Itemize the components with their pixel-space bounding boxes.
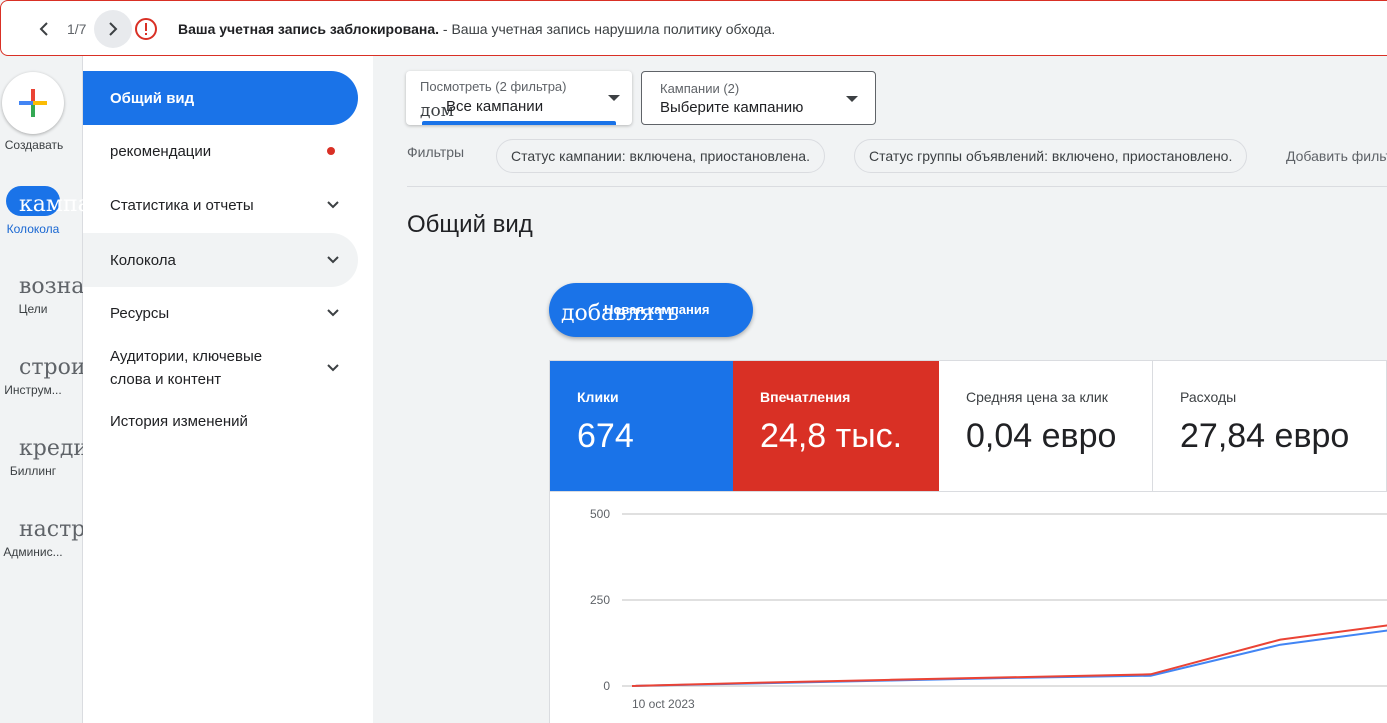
nav-item-label: Общий вид [110, 89, 195, 107]
nav-item-label: История изменений [110, 412, 248, 430]
active-underline [422, 121, 616, 125]
view-filter-caption: Посмотреть (2 фильтра) [420, 79, 567, 94]
alert-message: Ваша учетная запись заблокирована. - Ваш… [178, 21, 775, 37]
rail-item-label: Колокола [6, 222, 60, 236]
chevron-left-icon [39, 22, 48, 36]
performance-chart: 500 250 0 10 oct 2023 [590, 507, 1387, 711]
y-tick-label: 0 [603, 679, 610, 693]
nav-item-audiences[interactable]: Аудитории, ключевые слова и контент [83, 338, 358, 398]
y-tick-label: 500 [590, 507, 610, 521]
metric-value: 0,04 евро [966, 417, 1117, 455]
metric-label: Расходы [1180, 389, 1237, 405]
metric-value: 674 [577, 417, 634, 455]
new-campaign-button[interactable]: добавлять Новая кампания [549, 283, 753, 337]
main-content: Посмотреть (2 фильтра) дом Все кампании … [373, 56, 1387, 723]
metric-impressions[interactable]: Впечатления 24,8 тыс. [733, 361, 939, 491]
rail-item-label: Админис... [3, 545, 63, 559]
nav-item-label: рекомендации [110, 142, 212, 160]
nav-item-change-history[interactable]: История изменений [83, 394, 358, 448]
alert-title: Ваша учетная запись заблокирована. [178, 21, 439, 37]
view-filter-dropdown[interactable]: Посмотреть (2 фильтра) дом Все кампании [406, 71, 632, 125]
page-title: Общий вид [407, 211, 533, 238]
chevron-down-icon [327, 364, 339, 372]
plus-icon [19, 89, 47, 117]
chevron-down-icon [327, 256, 339, 264]
billing-icon: креди [19, 436, 83, 461]
nav-item-label: Статистика и отчеты [110, 196, 254, 214]
rail-item-billing[interactable]: креди Биллинг [0, 436, 83, 486]
error-icon [135, 18, 157, 40]
metric-cost[interactable]: Расходы 27,84 евро [1153, 361, 1387, 491]
nav-item-label: Ресурсы [110, 304, 170, 322]
rail-item-goals[interactable]: возна Цели [0, 274, 83, 324]
notification-dot [327, 147, 335, 155]
view-filter-value: Все кампании [446, 98, 544, 115]
rail-item-label: Цели [18, 302, 48, 316]
nav-item-campaigns[interactable]: Колокола [83, 233, 358, 287]
filters-label: Фильтры [407, 144, 465, 160]
next-alert-button[interactable] [94, 10, 132, 48]
campaign-select-value: Выберите кампанию [660, 99, 804, 116]
dropdown-caret-icon [846, 96, 858, 102]
rail-item-campaigns[interactable]: кампа Колокола [0, 186, 83, 246]
goals-icon: возна [19, 274, 83, 299]
side-navigation: Общий вид рекомендации Статистика и отче… [83, 56, 373, 723]
divider [407, 186, 1387, 187]
add-filter-link[interactable]: Добавить фильтр [1286, 148, 1387, 164]
metric-label: Клики [577, 389, 619, 405]
campaign-select-dropdown[interactable]: Кампании (2) Выберите кампанию [641, 71, 876, 125]
nav-item-recommendations[interactable]: рекомендации [83, 124, 358, 178]
x-tick-label: 10 oct 2023 [632, 697, 695, 711]
nav-item-statistics[interactable]: Статистика и отчеты [83, 178, 358, 232]
nav-item-overview[interactable]: Общий вид [83, 71, 358, 125]
new-campaign-label: Новая кампания [604, 302, 710, 317]
nav-item-label: Колокола [110, 251, 176, 269]
create-button[interactable] [2, 72, 64, 134]
admin-icon: настр [19, 517, 83, 542]
dropdown-caret-icon [608, 95, 620, 101]
nav-item-resources[interactable]: Ресурсы [83, 286, 358, 340]
metric-label: Средняя цена за клик [966, 389, 1108, 405]
campaigns-icon: кампа [19, 192, 83, 217]
rail-item-admin[interactable]: настр Админис... [0, 517, 83, 567]
account-blocked-banner: 1/7 Ваша учетная запись заблокирована. -… [0, 0, 1387, 56]
left-rail: Создавать кампа Колокола возна Цели стро… [0, 56, 83, 723]
filter-chip-adgroup-status[interactable]: Статус группы объявлений: включено, прио… [854, 139, 1248, 173]
y-tick-label: 250 [590, 593, 610, 607]
create-label: Создавать [4, 138, 64, 152]
chevron-right-icon [109, 22, 118, 36]
performance-card: Клики 674 Впечатления 24,8 тыс. Средняя … [549, 360, 1387, 723]
rail-item-tools[interactable]: строи Инструм... [0, 355, 83, 405]
nav-item-label: Аудитории, ключевые слова и контент [110, 348, 263, 388]
metric-value: 27,84 евро [1180, 417, 1350, 455]
metric-label: Впечатления [760, 389, 851, 405]
metric-value: 24,8 тыс. [760, 417, 903, 455]
alert-detail: - Ваша учетная запись нарушила политику … [439, 21, 776, 37]
alert-pager: 1/7 [67, 21, 87, 37]
tools-icon: строи [19, 355, 83, 380]
metric-avg-cpc[interactable]: Средняя цена за клик 0,04 евро [939, 361, 1153, 491]
rail-item-label: Биллинг [9, 464, 57, 478]
chevron-down-icon [327, 309, 339, 317]
previous-alert-button[interactable] [31, 14, 57, 44]
campaign-select-caption: Кампании (2) [660, 81, 740, 96]
filter-chip-campaign-status[interactable]: Статус кампании: включена, приостановлен… [496, 139, 825, 173]
chevron-down-icon [327, 201, 339, 209]
metric-clicks[interactable]: Клики 674 [550, 361, 733, 491]
impressions-series-line [631, 624, 1387, 687]
rail-item-label: Инструм... [4, 383, 62, 397]
